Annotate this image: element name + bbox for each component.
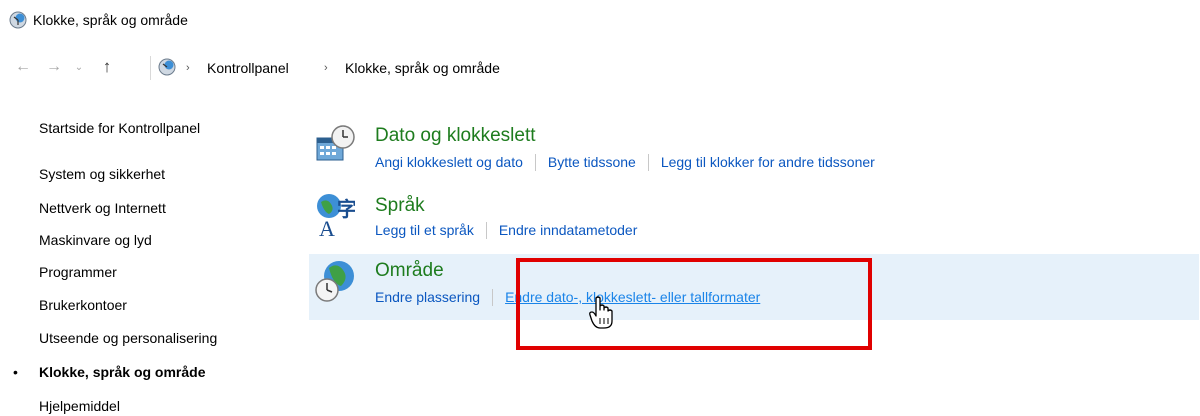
calendar-clock-icon[interactable] [315,124,355,164]
add-clocks-link[interactable]: Legg til klokker for andre tidssoner [661,152,875,172]
svg-text:A: A [319,216,335,238]
address-divider [150,56,151,80]
window-title: Klokke, språk og område [33,12,188,28]
link-separator [534,153,536,171]
sidebar-item-appearance[interactable]: Utseende og personalisering [39,328,217,348]
category-language: 字 A Språk Legg til et språk Endre inndat… [309,190,1199,252]
title-bar: Klokke, språk og område [0,0,1200,40]
language-links: Legg til et språk Endre inndatametoder [375,220,637,240]
breadcrumb-separator[interactable]: › [324,59,328,77]
up-arrow-icon[interactable]: ↑ [96,52,118,82]
language-title[interactable]: Språk [375,194,425,218]
change-timezone-link[interactable]: Bytte tidssone [548,152,636,172]
hand-pointer-icon [589,296,613,329]
control-panel-icon[interactable] [158,58,176,76]
date-time-links: Angi klokkeslett og dato Bytte tidssone … [375,152,875,172]
sidebar-item-clock-current: Klokke, språk og område [39,364,206,380]
change-input-methods-link[interactable]: Endre inndatametoder [499,220,638,240]
globe-clock-icon[interactable] [315,258,357,304]
back-arrow-icon[interactable]: ← [12,52,34,82]
category-date-time: Dato og klokkeslett Angi klokkeslett og … [309,120,1199,182]
sidebar-item-system[interactable]: System og sikkerhet [39,164,165,184]
region-title[interactable]: Område [375,259,444,283]
add-language-link[interactable]: Legg til et språk [375,220,474,240]
annotation-highlight-box [516,258,872,350]
link-separator [485,221,487,239]
sidebar-item-hardware[interactable]: Maskinvare og lyd [39,230,152,250]
navigation-bar: ← → ⌄ ↑ [0,52,1200,82]
breadcrumb-kontrollpanel[interactable]: Kontrollpanel [207,58,289,78]
sidebar-home-link[interactable]: Startside for Kontrollpanel [39,118,200,138]
sidebar-item-network[interactable]: Nettverk og Internett [39,198,166,218]
breadcrumb-current[interactable]: Klokke, språk og område [345,58,500,78]
language-icon[interactable]: 字 A [315,192,355,238]
date-time-title[interactable]: Dato og klokkeslett [375,124,536,148]
clock-globe-icon [9,11,27,29]
sidebar-item-programs[interactable]: Programmer [39,262,117,282]
sidebar-item-accessibility[interactable]: Hjelpemiddel [39,396,120,416]
current-bullet: • [13,364,18,380]
link-separator [492,288,494,306]
forward-arrow-icon[interactable]: → [43,52,65,82]
recent-locations-chevron-icon[interactable]: ⌄ [70,52,88,82]
link-separator [647,153,649,171]
breadcrumb-separator[interactable]: › [186,59,190,77]
svg-text:字: 字 [337,197,355,221]
set-time-date-link[interactable]: Angi klokkeslett og dato [375,152,523,172]
change-location-link[interactable]: Endre plassering [375,287,480,307]
sidebar-item-accounts[interactable]: Brukerkontoer [39,295,127,315]
